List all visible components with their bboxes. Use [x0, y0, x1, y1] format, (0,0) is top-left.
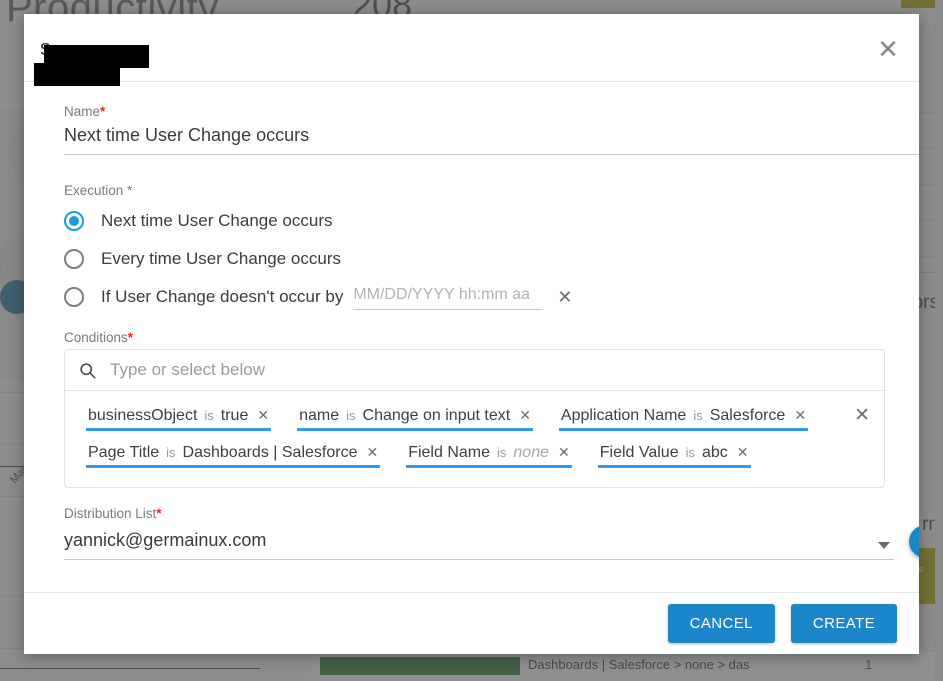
chip-value: Salesforce [710, 407, 786, 425]
chip-operator: is [204, 408, 213, 423]
close-icon[interactable]: ✕ [873, 34, 903, 64]
conditions-required-marker: * [128, 330, 133, 345]
chip-remove-icon[interactable]: ✕ [794, 407, 806, 424]
radio-if-user-change-not-occur[interactable]: If User Change doesn't occur by ✕ [64, 278, 885, 316]
execution-label: Execution * [64, 183, 885, 198]
radio-every-time-user-change[interactable]: Every time User Change occurs [64, 240, 885, 278]
radio-label-0: Next time User Change occurs [101, 211, 332, 231]
name-label-text: Name [64, 104, 100, 119]
chip-key: Application Name [561, 407, 686, 425]
cancel-button[interactable]: CANCEL [668, 604, 775, 643]
dialog-body: Name* Execution * Next time User Change … [24, 82, 919, 592]
chip-operator: is [346, 408, 355, 423]
radio-icon-unselected-2 [64, 287, 84, 307]
conditions-label-text: Conditions [64, 330, 128, 345]
conditions-chip-rows: businessObject is true ✕ name is Change … [73, 401, 876, 475]
name-input[interactable] [64, 123, 919, 155]
chip-remove-icon[interactable]: ✕ [558, 444, 570, 461]
chip-value: abc [702, 444, 728, 462]
radio-label-2: If User Change doesn't occur by [101, 287, 343, 307]
distribution-list-label: Distribution List* [64, 506, 885, 521]
deadline-clear-icon[interactable]: ✕ [557, 288, 572, 306]
add-distribution-button[interactable]: + [909, 525, 919, 558]
chip-row: businessObject is true ✕ name is Change … [73, 401, 828, 438]
dialog-title-redaction-bottom [34, 63, 120, 86]
create-button[interactable]: CREATE [791, 604, 897, 643]
chip-value: Change on input text [363, 407, 511, 425]
chevron-down-icon[interactable] [878, 542, 890, 549]
condition-chip[interactable]: Application Name is Salesforce ✕ [559, 405, 808, 431]
distribution-list-label-text: Distribution List [64, 506, 156, 521]
distribution-required-marker: * [156, 506, 161, 521]
chip-value: none [513, 444, 549, 462]
distribution-field-wrapper [64, 528, 894, 560]
distribution-list-input[interactable] [64, 528, 894, 560]
name-required-marker: * [100, 104, 105, 119]
name-label: Name* [64, 104, 885, 119]
condition-chip[interactable]: businessObject is true ✕ [86, 405, 271, 431]
chip-remove-icon[interactable]: ✕ [737, 444, 749, 461]
chip-operator: is [166, 445, 175, 460]
chip-key: Page Title [88, 444, 159, 462]
chip-operator: is [693, 408, 702, 423]
search-icon [79, 362, 96, 379]
create-trigger-dialog: s ✕ Name* Execution * Next time User Cha… [24, 14, 919, 654]
dialog-footer: CANCEL CREATE [24, 592, 919, 654]
deadline-date-input[interactable] [353, 284, 543, 310]
radio-next-time-user-change[interactable]: Next time User Change occurs [64, 202, 885, 240]
chip-row: Page Title is Dashboards | Salesforce ✕ … [73, 438, 828, 475]
conditions-clear-all-icon[interactable]: ✕ [854, 406, 870, 425]
radio-icon-unselected [64, 249, 84, 269]
radio-icon-selected [64, 211, 84, 231]
condition-chip[interactable]: Field Value is abc ✕ [598, 442, 751, 468]
conditions-chips-container: businessObject is true ✕ name is Change … [64, 391, 885, 488]
chip-operator: is [686, 445, 695, 460]
condition-chip[interactable]: Page Title is Dashboards | Salesforce ✕ [86, 442, 380, 468]
dialog-header: s ✕ [24, 14, 919, 82]
condition-chip[interactable]: name is Change on input text ✕ [297, 405, 533, 431]
chip-key: Field Value [600, 444, 679, 462]
chip-remove-icon[interactable]: ✕ [366, 444, 378, 461]
chip-remove-icon[interactable]: ✕ [257, 407, 269, 424]
conditions-search-box[interactable] [64, 349, 885, 391]
deadline-date-group: ✕ [353, 284, 572, 310]
chip-remove-icon[interactable]: ✕ [519, 407, 531, 424]
chip-value: true [221, 407, 249, 425]
chip-value: Dashboards | Salesforce [183, 444, 358, 462]
conditions-search-input[interactable] [108, 359, 870, 381]
dialog-title: s [34, 35, 51, 61]
distribution-list-row: + [64, 525, 885, 560]
radio-label-1: Every time User Change occurs [101, 249, 341, 269]
chip-key: Field Name [408, 444, 490, 462]
chip-key: businessObject [88, 407, 197, 425]
condition-chip[interactable]: Field Name is none ✕ [406, 442, 572, 468]
conditions-label: Conditions* [64, 330, 885, 345]
chip-operator: is [497, 445, 506, 460]
chip-key: name [299, 407, 339, 425]
